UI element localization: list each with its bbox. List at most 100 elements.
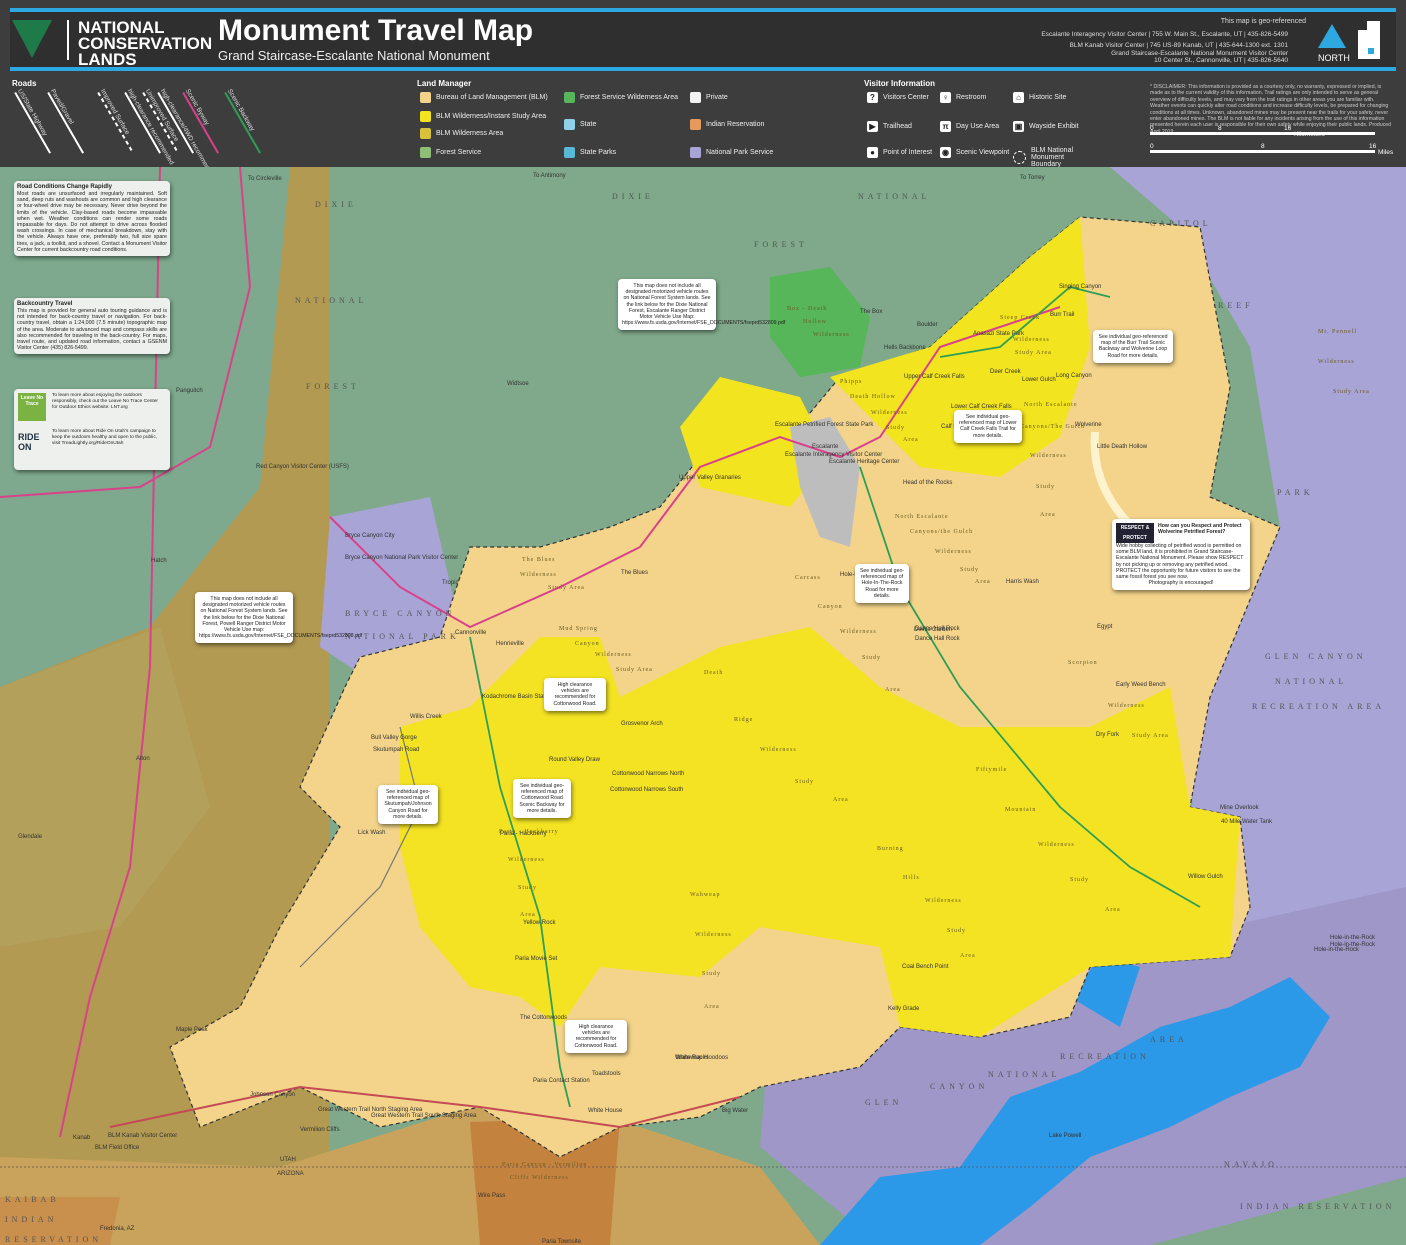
place-bryce-vc[interactable]: Bryce Canyon National Park Visitor Cente…	[345, 555, 458, 561]
page-title: Monument Travel Map	[218, 14, 534, 47]
place-escalante-heritage[interactable]: Escalante Heritage Center	[829, 459, 899, 465]
place-big-water[interactable]: Big Water	[722, 1108, 748, 1114]
place-burr-trail[interactable]: Burr Trail	[1050, 312, 1074, 318]
place-dry-fork[interactable]: Dry Fork	[1096, 732, 1119, 738]
place-egypt[interactable]: Egypt	[1097, 624, 1112, 630]
place-early-weed[interactable]: Early Weed Bench	[1116, 682, 1166, 688]
place-maple-peak[interactable]: Maple Peak	[176, 1027, 208, 1033]
place-the-blues[interactable]: The Blues	[621, 570, 648, 576]
place-blm-kanab[interactable]: BLM Kanab Visitor Center	[108, 1133, 177, 1139]
place-boulder[interactable]: Boulder	[917, 322, 938, 328]
place-johnson-canyon[interactable]: Johnson Canyon	[250, 1092, 295, 1098]
place-hole-in-the-rock[interactable]: Hole-in-the-Rock	[1330, 935, 1375, 941]
burr-trail-note: See individual geo-referenced map of the…	[1093, 330, 1173, 363]
place-white-house[interactable]: White House	[588, 1108, 622, 1114]
wilderness-label-46: Wilderness	[595, 652, 632, 658]
place-lick-wash[interactable]: Lick Wash	[358, 830, 385, 836]
place-cottonwood-narrows-n[interactable]: Cottonwood Narrows North	[612, 771, 684, 777]
place-glendale[interactable]: Glendale	[18, 834, 42, 840]
place-singing-canyon[interactable]: Singing Canyon	[1059, 284, 1101, 290]
road-legend-swatch-7	[224, 92, 261, 154]
place-upper-calf[interactable]: Upper Calf Creek Falls	[904, 374, 965, 380]
place-willis-creek[interactable]: Willis Creek	[410, 714, 442, 720]
place-utah[interactable]: UTAH	[280, 1157, 296, 1163]
place-escalante[interactable]: Escalante	[812, 444, 838, 450]
place-willow-gulch[interactable]: Willow Gulch	[1188, 874, 1223, 880]
place-tropic[interactable]: Tropic	[442, 580, 458, 586]
place-white-rocks[interactable]: White Rocks	[675, 1055, 709, 1061]
place-yellow-rock[interactable]: Yellow Rock	[523, 920, 555, 926]
blm-shield-icon	[12, 20, 52, 58]
place-head-rocks[interactable]: Head of the Rocks	[903, 480, 952, 486]
wilderness-label-56: Wilderness	[695, 932, 732, 938]
wilderness-label-41: Wilderness	[925, 898, 962, 904]
place-grosvenor[interactable]: Grosvenor Arch	[621, 721, 663, 727]
place-hole-rock-3[interactable]: Hole-in-the-Rock	[1314, 947, 1359, 953]
utah-locator-marker	[1368, 48, 1374, 54]
place-kelly-grade[interactable]: Kelly Grade	[888, 1006, 919, 1012]
land-manager-item-0: Bureau of Land Management (BLM)	[420, 92, 548, 103]
place-lower-gulch[interactable]: Lower Gulch	[1022, 377, 1056, 383]
wilderness-label-19: Study	[960, 567, 980, 573]
wilderness-label-38: Area	[833, 797, 849, 803]
place-paria-contact[interactable]: Paria Contact Station	[533, 1078, 590, 1084]
place-little-death[interactable]: Little Death Hollow	[1097, 444, 1147, 450]
place-the-cottonwoods[interactable]: The Cottonwoods	[520, 1015, 567, 1021]
place-to-torrey[interactable]: To Torrey	[1020, 175, 1045, 181]
place-bull-valley[interactable]: Bull Valley Gorge	[371, 735, 417, 741]
place-arizona[interactable]: ARIZONA	[277, 1171, 304, 1177]
place-great-western-s[interactable]: Great Western Trail South Staging Area	[371, 1113, 476, 1119]
place-wolvee[interactable]: Widtsoe	[507, 381, 529, 387]
place-the-box[interactable]: The Box	[860, 309, 882, 315]
place-escalante-vc[interactable]: Escalante Interagency Visitor Center	[785, 452, 882, 458]
region-glen-s: GLEN	[865, 1098, 903, 1107]
place-round-valley[interactable]: Round Valley Draw	[549, 757, 600, 763]
place-alton[interactable]: Alton	[136, 756, 150, 762]
land-manager-label-7: Private	[706, 94, 728, 101]
place-kanab[interactable]: Kanab	[73, 1135, 90, 1141]
place-mine-overlook[interactable]: Mine Overlook	[1220, 805, 1259, 811]
land-manager-label-6: State Parks	[580, 149, 617, 156]
place-red-canyon[interactable]: Red Canyon Visitor Center (USFS)	[256, 464, 349, 470]
wilderness-label-47: Study Area	[616, 667, 653, 673]
place-cottonwood-narrows-s[interactable]: Cottonwood Narrows South	[610, 787, 683, 793]
place-long-canyon[interactable]: Long Canyon	[1056, 373, 1092, 379]
mi-tick-16: 16	[1369, 143, 1377, 150]
place-vermilion[interactable]: Vermilion Cliffs	[300, 1127, 340, 1133]
place-blm-field[interactable]: BLM Field Office	[95, 1145, 139, 1151]
place-escalante-petrified[interactable]: Escalante Petrified Forest State Park	[775, 422, 873, 428]
place-fredonia[interactable]: Fredonia, AZ	[100, 1226, 134, 1232]
place-to-circleville[interactable]: To Circleville	[248, 176, 282, 182]
place-hatch[interactable]: Hatch	[151, 558, 167, 564]
land-manager-swatch-7	[690, 92, 701, 103]
place-bryce-canyon-city[interactable]: Bryce Canyon City	[345, 533, 395, 539]
place-skutumpah-road[interactable]: Skutumpah Road	[373, 747, 419, 753]
place-henrieville[interactable]: Henrieville	[496, 641, 524, 647]
wilderness-label-53: Study	[518, 885, 538, 891]
place-upper-valley[interactable]: Upper Valley Granaries	[679, 475, 741, 481]
visitor-center-line-2: BLM Kanab Visitor Center | 745 US-89 Kan…	[1069, 42, 1289, 49]
place-panguitch[interactable]: Panguitch	[176, 388, 203, 394]
place-paria-movie[interactable]: Paria Movie Set	[515, 956, 557, 962]
place-lake-powell[interactable]: Lake Powell	[1049, 1133, 1081, 1139]
travel-map[interactable]: DIXIE NATIONAL FOREST DIXIE NATIONAL FOR…	[0, 167, 1406, 1245]
place-toadstools[interactable]: Toadstools	[592, 1071, 621, 1077]
place-to-antimony[interactable]: To Antimony	[533, 173, 566, 179]
place-wire-pass[interactable]: Wire Pass	[478, 1193, 505, 1199]
place-devils-garden[interactable]: Devils Garden	[914, 627, 952, 633]
wilderness-label-18: Wilderness	[935, 549, 972, 555]
place-harris-wash[interactable]: Harris Wash	[1006, 579, 1039, 585]
land-manager-item-9: National Park Service	[690, 147, 773, 158]
backcountry-title: Backcountry Travel	[17, 301, 73, 307]
region-reef: REEF	[1218, 301, 1254, 310]
place-hells-backbone[interactable]: Hells Backbone	[884, 345, 926, 351]
place-paria-townsite[interactable]: Paria Townsite	[542, 1239, 581, 1245]
place-deer-creek[interactable]: Deer Creek	[990, 369, 1021, 375]
land-manager-swatch-0	[420, 92, 431, 103]
place-40-mile[interactable]: 40 Mile Water Tank	[1221, 819, 1272, 825]
place-dance-hall-2[interactable]: Dance Hall Rock	[915, 636, 960, 642]
visitor-info-legend-title: Visitor Information	[864, 79, 935, 88]
place-coal-bench[interactable]: Coal Bench Point	[902, 964, 948, 970]
wilderness-label-31: Wilderness	[1038, 842, 1075, 848]
place-cannonville[interactable]: Cannonville	[455, 630, 486, 636]
